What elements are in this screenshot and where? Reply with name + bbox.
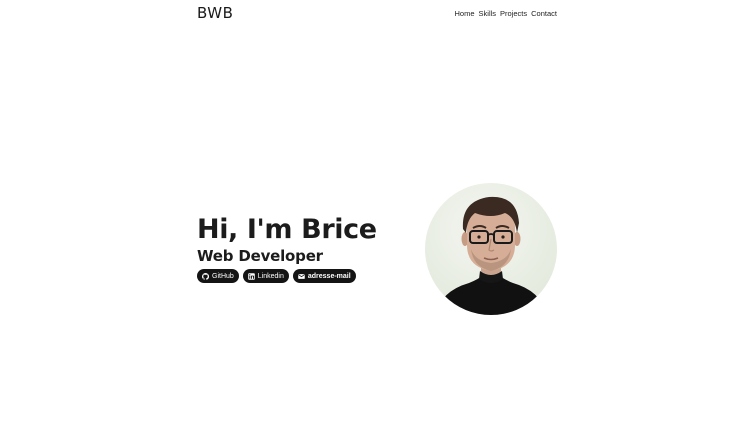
page: BWB Home Skills Projects Contact Hi, I'm… <box>0 0 750 422</box>
site-logo[interactable]: BWB <box>197 4 233 22</box>
envelope-icon <box>298 273 305 280</box>
email-label: adresse-mail <box>307 272 351 280</box>
profile-photo <box>425 183 557 315</box>
linkedin-button[interactable]: Linkedin <box>242 269 289 283</box>
nav-skills-link[interactable]: Skills <box>479 9 497 18</box>
email-button[interactable]: adresse-mail <box>292 269 356 283</box>
github-button[interactable]: GitHub <box>197 269 239 283</box>
github-label: GitHub <box>212 272 234 280</box>
linkedin-label: Linkedin <box>257 272 284 280</box>
nav-projects-link[interactable]: Projects <box>500 9 527 18</box>
social-links: GitHub Linkedin adresse-mail <box>197 269 356 283</box>
hero-subtitle: Web Developer <box>197 247 323 265</box>
nav-contact-link[interactable]: Contact <box>531 9 557 18</box>
nav-home-link[interactable]: Home <box>455 9 475 18</box>
linkedin-icon <box>248 272 255 280</box>
main-nav: Home Skills Projects Contact <box>455 9 557 18</box>
hero-title: Hi, I'm Brice <box>197 214 377 245</box>
github-icon <box>202 272 209 280</box>
portrait-illustration <box>435 196 547 315</box>
